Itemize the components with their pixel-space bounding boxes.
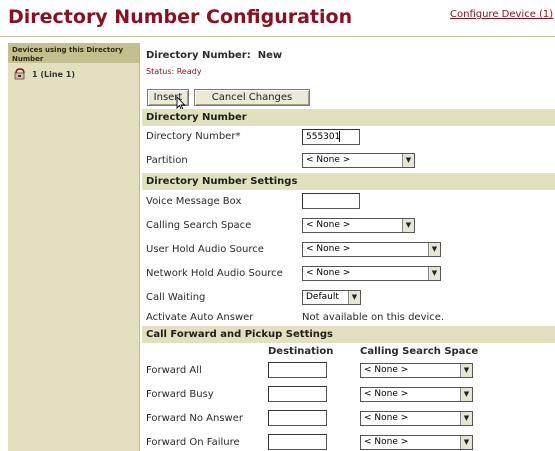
cancel-changes-button[interactable]: Cancel Changes (194, 89, 310, 106)
sidebar: Devices using this Directory Number 1 (L… (8, 43, 140, 451)
forward-no-answer-label: Forward No Answer (146, 413, 244, 424)
text-caret (339, 131, 340, 142)
section-call-forward: Call Forward and Pickup Settings (142, 326, 555, 343)
partition-select[interactable]: < None > ▼ (302, 153, 415, 168)
chevron-down-icon[interactable]: ▼ (460, 436, 472, 449)
configure-device-link[interactable]: Configure Device (1) (450, 9, 553, 20)
destination-column-header: Destination (268, 346, 334, 357)
forward-on-failure-css-value: < None > (364, 437, 409, 447)
voice-message-box-label: Voice Message Box (146, 196, 242, 207)
forward-no-answer-destination-input[interactable] (268, 410, 327, 426)
chevron-down-icon[interactable]: ▼ (402, 219, 414, 232)
network-hold-audio-label: Network Hold Audio Source (146, 268, 283, 279)
status-text: Status: Ready (146, 67, 202, 76)
forward-all-label: Forward All (146, 365, 202, 376)
forward-all-destination-input[interactable] (268, 362, 327, 378)
auto-answer-value: Not available on this device. (302, 312, 445, 323)
sidebar-heading: Devices using this Directory Number (8, 43, 139, 63)
user-hold-audio-label: User Hold Audio Source (146, 244, 264, 255)
voice-message-box-input[interactable] (302, 193, 360, 209)
directory-number-heading: Directory Number: New (146, 50, 282, 61)
forward-all-css-select[interactable]: < None > ▼ (360, 363, 473, 378)
calling-search-space-select[interactable]: < None > ▼ (302, 218, 415, 233)
css-column-header: Calling Search Space (360, 346, 479, 357)
section-directory-number-settings: Directory Number Settings (142, 173, 555, 190)
call-waiting-label: Call Waiting (146, 292, 206, 303)
forward-all-css-value: < None > (364, 365, 409, 375)
forward-busy-destination-input[interactable] (268, 386, 327, 402)
partition-label: Partition (146, 155, 188, 166)
chevron-down-icon[interactable]: ▼ (460, 388, 472, 401)
chevron-down-icon[interactable]: ▼ (460, 412, 472, 425)
dn-heading-value: New (257, 50, 283, 61)
directory-number-label: Directory Number* (146, 131, 241, 142)
directory-number-input[interactable]: 555301 (302, 129, 360, 145)
forward-on-failure-destination-input[interactable] (268, 434, 327, 450)
network-hold-audio-value: < None > (306, 268, 351, 278)
phone-line-icon (14, 68, 25, 80)
page-title: Directory Number Configuration (8, 6, 353, 28)
section-directory-number: Directory Number (142, 109, 555, 126)
user-hold-audio-select[interactable]: < None > ▼ (302, 242, 441, 257)
forward-busy-css-select[interactable]: < None > ▼ (360, 387, 473, 402)
partition-select-value: < None > (306, 155, 351, 165)
chevron-down-icon[interactable]: ▼ (428, 243, 440, 256)
call-waiting-value: Default (306, 292, 339, 302)
call-waiting-select[interactable]: Default ▼ (302, 290, 361, 305)
network-hold-audio-select[interactable]: < None > ▼ (302, 266, 441, 281)
forward-on-failure-label: Forward On Failure (146, 437, 240, 448)
dn-heading-label: Directory Number: (146, 50, 251, 61)
forward-on-failure-css-select[interactable]: < None > ▼ (360, 435, 473, 450)
forward-no-answer-css-select[interactable]: < None > ▼ (360, 411, 473, 426)
calling-search-space-label: Calling Search Space (146, 220, 252, 231)
chevron-down-icon[interactable]: ▼ (460, 364, 472, 377)
forward-no-answer-css-value: < None > (364, 413, 409, 423)
chevron-down-icon[interactable]: ▼ (348, 291, 360, 304)
forward-busy-css-value: < None > (364, 389, 409, 399)
sidebar-item-label: 1 (Line 1) (32, 69, 75, 79)
calling-search-space-value: < None > (306, 220, 351, 230)
chevron-down-icon[interactable]: ▼ (428, 267, 440, 280)
forward-busy-label: Forward Busy (146, 389, 214, 400)
title-divider (0, 36, 555, 37)
sidebar-item-line-1[interactable]: 1 (Line 1) (8, 63, 139, 85)
user-hold-audio-value: < None > (306, 244, 351, 254)
chevron-down-icon[interactable]: ▼ (402, 154, 414, 167)
auto-answer-label: Activate Auto Answer (146, 312, 254, 323)
